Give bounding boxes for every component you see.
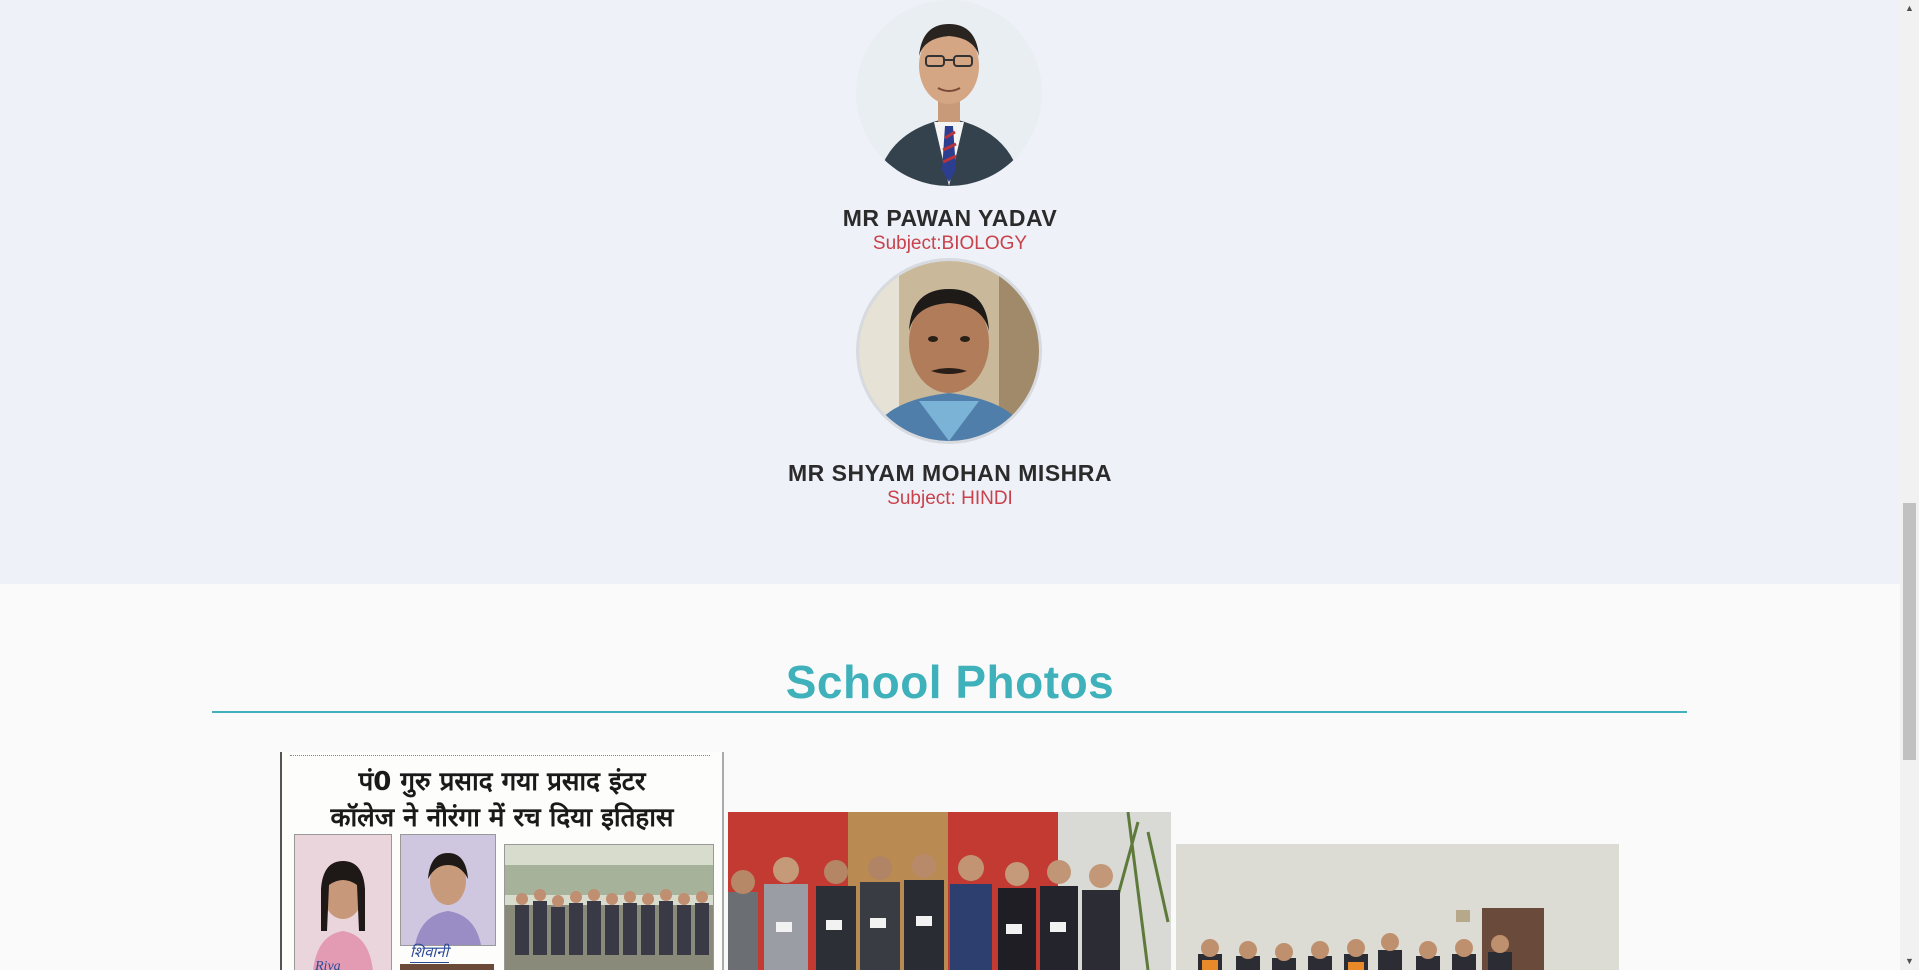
newspaper-headline: कॉलेज ने नौरंगा में रच दिया इतिहास	[330, 803, 674, 833]
newspaper-headline: पं0 गुरु प्रसाद गया प्रसाद इंटर	[358, 767, 646, 797]
avatar-pawan-yadav	[856, 0, 1042, 186]
scrollbar-thumb[interactable]	[1903, 503, 1916, 760]
member-name: MR PAWAN YADAV	[842, 205, 1058, 231]
page: MR PAWAN YADAV Subject:BIOLOGY MR SHYAM …	[0, 0, 1900, 970]
section-divider	[212, 711, 1687, 713]
student-photo	[400, 834, 496, 946]
scroll-up-arrow-icon[interactable]: ▲	[1900, 0, 1919, 17]
member-subject: Subject: HINDI	[887, 488, 1013, 509]
member-subject: Subject:BIOLOGY	[872, 233, 1028, 254]
student-photo: Riya	[294, 834, 392, 970]
student-photo	[400, 964, 494, 970]
member-name: MR SHYAM MOHAN MISHRA	[788, 460, 1112, 486]
classroom-group-photo[interactable]	[1176, 844, 1619, 970]
avatar-shyam-mohan-mishra	[856, 258, 1042, 444]
scroll-down-arrow-icon[interactable]: ▼	[1900, 953, 1919, 970]
faculty-section: MR PAWAN YADAV Subject:BIOLOGY MR SHYAM …	[0, 0, 1900, 584]
newspaper-clipping-photo[interactable]: पं0 गुरु प्रसाद गया प्रसाद इंटर कॉलेज ने…	[280, 752, 724, 970]
student-caption: Riya	[315, 959, 341, 970]
vertical-scrollbar[interactable]: ▲ ▼	[1900, 0, 1919, 970]
award-ceremony-photo[interactable]	[728, 812, 1171, 970]
section-title: School Photos	[785, 656, 1115, 708]
group-photo	[504, 844, 714, 970]
student-caption: शिवानी	[410, 943, 449, 963]
